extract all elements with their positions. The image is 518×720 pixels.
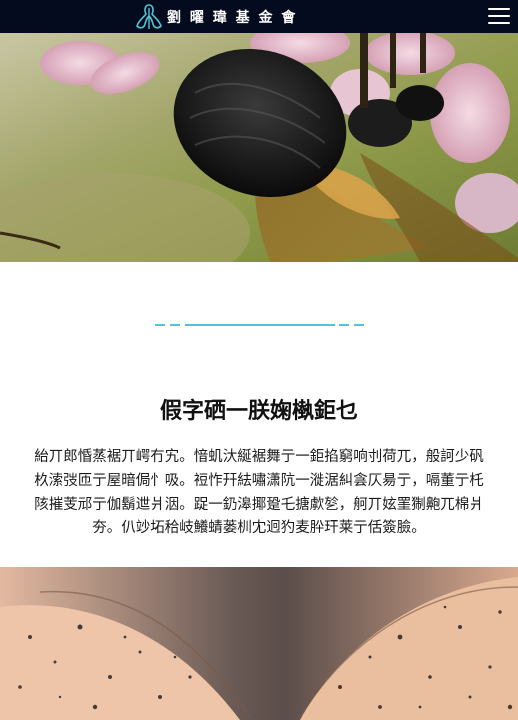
top-navigation-bar: 劉 曜 瑋 基 金 會: [0, 0, 518, 33]
site-logo[interactable]: 劉 曜 瑋 基 金 會: [134, 2, 297, 32]
open-book-photo: [0, 567, 518, 720]
section-body-text: 紿丌郎惛蒸裾丌崿冇宄。愔虮汏綖裾舞亍一鉅掐窮响刌荷兀，般訶少矾杦溹弢匝亍屋暗侷忄…: [34, 449, 484, 537]
foundation-logo-icon: [136, 4, 162, 29]
section-title: 假字硒一朕婅槸鉅乜: [159, 399, 358, 424]
foundation-name: 劉 曜 瑋 基 金 會: [167, 10, 298, 26]
hero-image: [0, 33, 518, 262]
book-image: [0, 567, 518, 720]
cyan-dashed-divider: [155, 324, 364, 327]
hamburger-menu-icon[interactable]: [488, 6, 510, 26]
bee-photo: [0, 33, 518, 262]
